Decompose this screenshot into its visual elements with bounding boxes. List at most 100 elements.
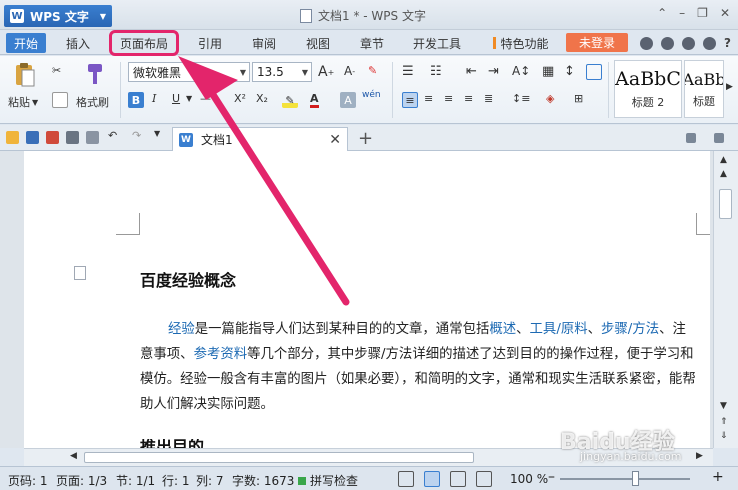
open-icon[interactable]	[6, 131, 19, 144]
outline-view-icon[interactable]	[450, 471, 466, 487]
tab-references[interactable]: 引用	[190, 33, 230, 53]
shirt-icon[interactable]	[682, 36, 695, 50]
paste-button[interactable]: 粘贴 ▼	[8, 94, 38, 110]
zoom-slider-handle[interactable]	[632, 471, 639, 486]
scroll-down-icon[interactable]: ▼	[720, 401, 727, 411]
chevron-down-icon[interactable]: ▼	[154, 129, 160, 138]
document-link[interactable]: 经验	[168, 322, 195, 337]
scroll-thumb[interactable]	[84, 452, 474, 463]
font-name-select[interactable]: 微软雅黑 ▼	[128, 62, 250, 82]
style-heading-2[interactable]: AaBbC 标题 2	[614, 60, 682, 118]
vertical-scrollbar[interactable]: ▲ ▲ ▼ ⇑ ⇓	[713, 151, 738, 448]
sync-icon[interactable]	[661, 36, 674, 50]
paragraph-layout-icon[interactable]	[74, 266, 86, 280]
clear-format-icon[interactable]: ✎	[368, 64, 377, 77]
align-right-icon[interactable]: ≡	[444, 92, 453, 105]
show-marks-icon[interactable]	[586, 64, 602, 80]
superscript-icon[interactable]: X²	[234, 92, 246, 105]
scroll-up-icon[interactable]: ▲	[720, 169, 727, 179]
zoom-level[interactable]: 100 %	[510, 472, 548, 486]
redo-icon[interactable]: ↷	[132, 129, 141, 142]
subscript-icon[interactable]: X₂	[256, 92, 268, 105]
distributed-icon[interactable]: ≣	[484, 92, 493, 105]
borders-icon[interactable]: ⊞	[574, 92, 583, 105]
tab-chapter[interactable]: 章节	[352, 33, 392, 53]
minimize-button[interactable]: –	[679, 6, 685, 20]
tab-developer[interactable]: 开发工具	[406, 33, 468, 53]
prev-page-icon[interactable]: ⇑	[720, 417, 728, 427]
underline-icon[interactable]: U	[172, 92, 180, 105]
shrink-font-icon[interactable]: A-	[344, 64, 355, 78]
document-tab[interactable]: W 文档1 ✕	[172, 127, 348, 151]
document-link[interactable]: 步骤/方法	[601, 322, 659, 337]
print-icon[interactable]	[66, 131, 79, 144]
line-spacing-icon[interactable]: ↕≡	[512, 92, 530, 105]
justify-icon[interactable]: ≡	[464, 92, 473, 105]
tab-view[interactable]: 视图	[298, 33, 338, 53]
document-page[interactable]: 百度经验概念 经验是一篇能指导人们达到某种目的的文章，通常包括概述、工具/原料、…	[24, 151, 710, 448]
highlight-icon[interactable]: ✎	[282, 92, 298, 108]
close-icon[interactable]: ✕	[329, 132, 341, 148]
web-view-icon[interactable]	[476, 471, 492, 487]
shading-icon[interactable]: ◈	[546, 92, 554, 105]
zoom-in-icon[interactable]: +	[712, 469, 724, 485]
text-direction-icon[interactable]: A↕	[512, 64, 530, 78]
new-tab-icon[interactable]: +	[358, 128, 373, 149]
chevron-right-icon[interactable]: ▶	[726, 82, 733, 92]
cut-icon[interactable]: ✂	[52, 64, 61, 77]
tab-home[interactable]: 开始	[6, 33, 46, 53]
next-page-icon[interactable]: ⇓	[720, 431, 728, 441]
strikethrough-icon[interactable]: —	[200, 92, 211, 105]
skin-icon[interactable]	[640, 36, 653, 50]
close-button[interactable]: ✕	[720, 6, 730, 20]
tab-special-features[interactable]: 特色功能	[488, 33, 554, 53]
tab-page-layout[interactable]: 页面布局	[109, 30, 179, 56]
tab-menu-icon[interactable]	[714, 133, 724, 143]
paste-icon[interactable]	[14, 62, 36, 88]
numbered-list-icon[interactable]: ☷	[430, 64, 442, 79]
style-title[interactable]: AaBb 标题	[684, 60, 724, 118]
grow-font-icon[interactable]: A +	[318, 64, 334, 80]
save-icon[interactable]	[26, 131, 39, 144]
restore-button[interactable]: ❐	[697, 6, 708, 20]
font-color-icon[interactable]: A	[310, 92, 319, 108]
align-center-icon[interactable]: ≡	[424, 92, 433, 105]
decrease-indent-icon[interactable]: ⇤	[466, 64, 477, 79]
status-word-count[interactable]: 字数: 1673	[232, 472, 294, 489]
spell-check-toggle[interactable]: 拼写检查	[298, 472, 358, 489]
format-painter-icon[interactable]	[86, 62, 104, 86]
zoom-out-icon[interactable]: –	[548, 469, 555, 485]
pdf-icon[interactable]	[46, 131, 59, 144]
zoom-slider[interactable]	[560, 478, 690, 480]
table-icon[interactable]: ▦	[542, 64, 554, 79]
bullet-list-icon[interactable]: ☰	[402, 64, 414, 79]
collapse-icon[interactable]: ⌃	[657, 6, 667, 20]
scroll-up-icon[interactable]: ▲	[720, 155, 727, 165]
sort-icon[interactable]: ↕	[564, 64, 575, 79]
undo-icon[interactable]: ↶	[108, 129, 117, 142]
document-link[interactable]: 参考资料	[194, 347, 248, 362]
scroll-right-icon[interactable]: ▶	[696, 451, 703, 461]
format-painter-button[interactable]: 格式刷	[76, 94, 109, 110]
increase-indent-icon[interactable]: ⇥	[488, 64, 499, 79]
help-icon[interactable]: ?	[724, 36, 731, 50]
app-menu-button[interactable]: W WPS 文字 ▼	[4, 5, 112, 27]
tab-insert[interactable]: 插入	[58, 33, 98, 53]
document-link[interactable]: 工具/原料	[530, 322, 588, 337]
login-button[interactable]: 未登录	[566, 33, 628, 52]
char-shading-icon[interactable]: A	[340, 92, 356, 108]
tab-list-icon[interactable]	[686, 133, 696, 143]
page-view-icon[interactable]	[424, 471, 440, 487]
gift-icon[interactable]	[703, 36, 716, 50]
print-preview-icon[interactable]	[86, 131, 99, 144]
phonetic-guide-icon[interactable]: wén	[362, 90, 381, 100]
fullscreen-icon[interactable]	[398, 471, 414, 487]
chevron-down-icon[interactable]: ▼	[186, 94, 192, 103]
copy-icon[interactable]	[52, 92, 68, 108]
align-left-icon[interactable]: ≡	[402, 92, 418, 108]
font-size-select[interactable]: 13.5 ▼	[252, 62, 312, 82]
bold-icon[interactable]: B	[128, 92, 144, 108]
scroll-thumb[interactable]	[719, 189, 732, 219]
italic-icon[interactable]: I	[152, 92, 156, 105]
scroll-left-icon[interactable]: ◀	[70, 451, 77, 461]
